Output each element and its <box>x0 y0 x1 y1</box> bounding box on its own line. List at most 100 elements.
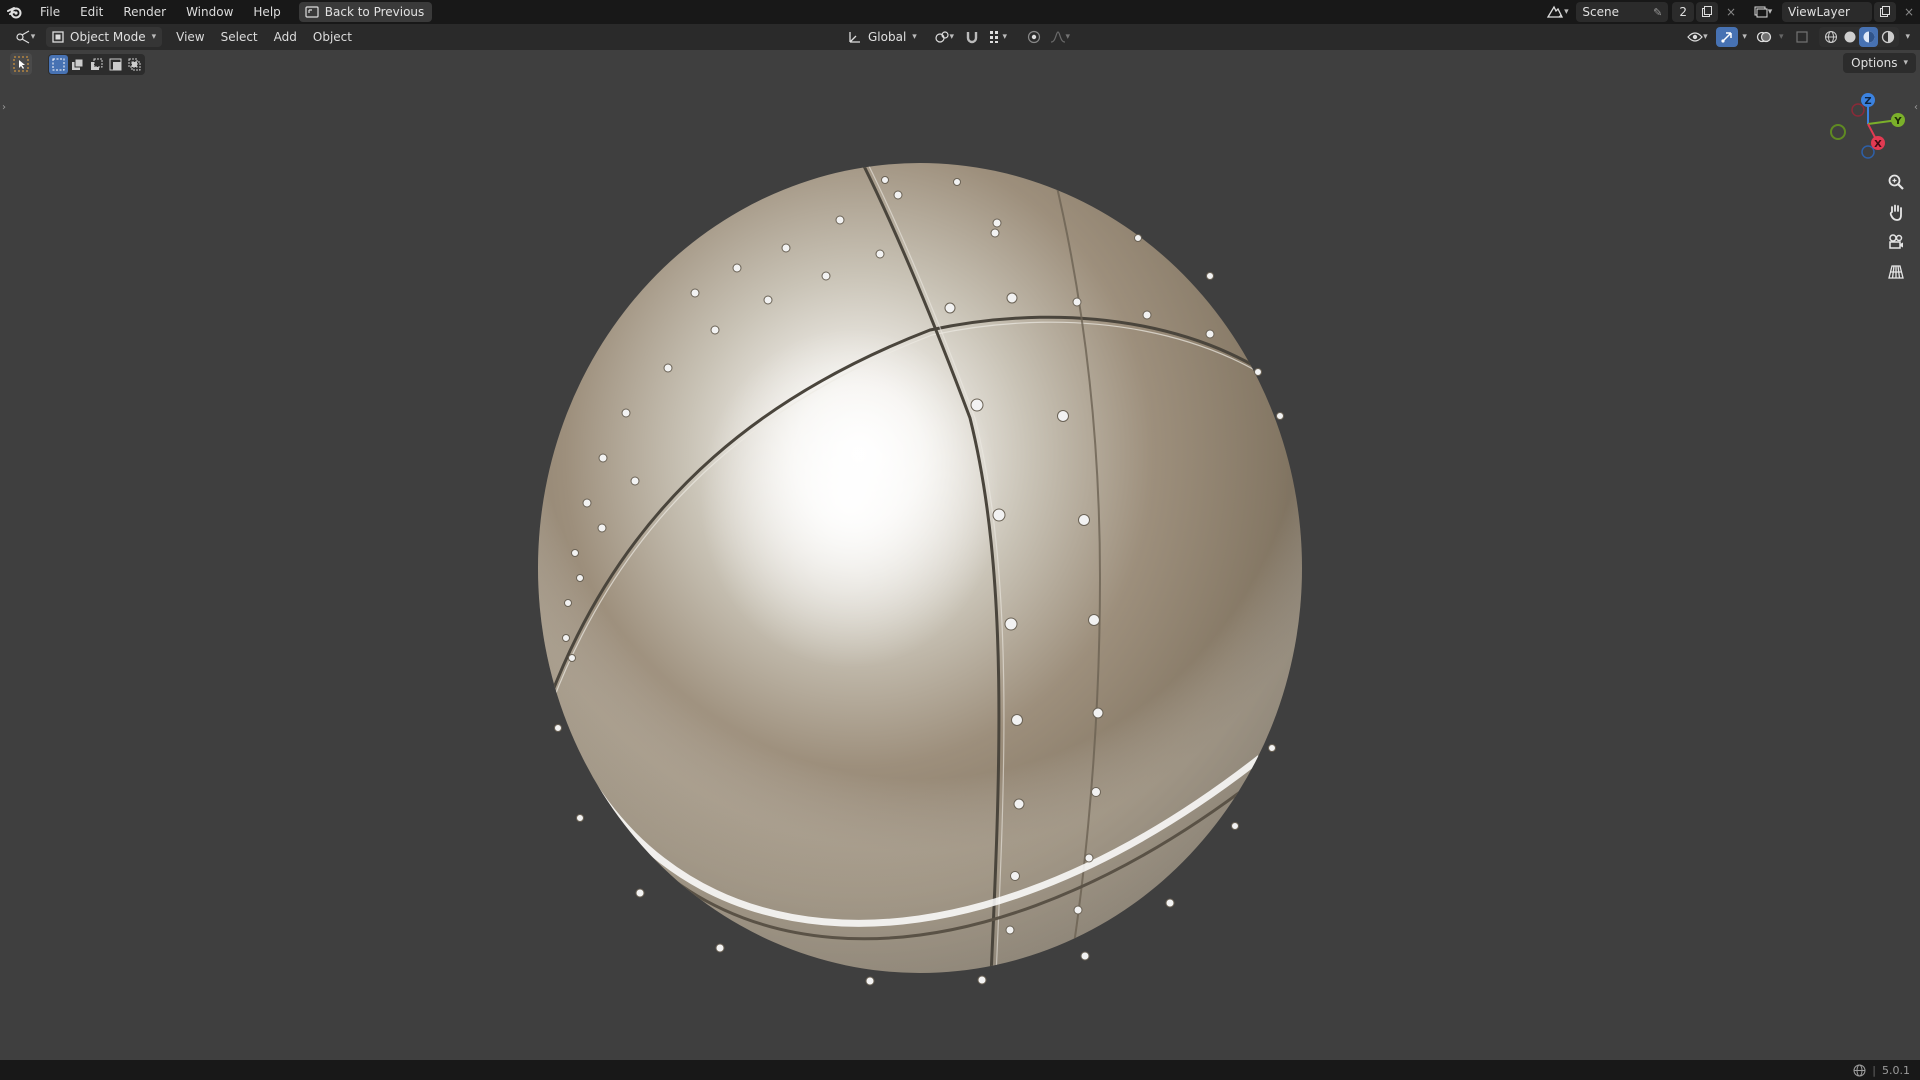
delete-scene-icon[interactable]: × <box>1720 2 1742 22</box>
select-tool-button[interactable] <box>10 53 32 75</box>
view-layer-name: ViewLayer <box>1788 5 1850 19</box>
mode-label: Object Mode <box>70 30 146 44</box>
rivet <box>781 243 791 253</box>
editor-type-icon[interactable]: ▾ <box>8 27 42 47</box>
rivet <box>621 408 631 418</box>
sidebar-expand-arrow-icon[interactable]: ‹ <box>1914 102 1918 113</box>
select-intersect-icon[interactable] <box>125 55 144 74</box>
pivot-point-icon[interactable]: ▾ <box>929 27 959 47</box>
zoom-icon <box>1888 174 1904 190</box>
menu-file[interactable]: File <box>30 0 70 24</box>
new-view-layer-icon[interactable] <box>1874 2 1896 22</box>
pin-icon[interactable]: ✎ <box>1653 6 1662 19</box>
overlays-toggle-icon[interactable] <box>1753 27 1775 47</box>
material-preview-shading-icon[interactable] <box>1859 27 1879 47</box>
scene-users-label: 2 <box>1679 5 1687 19</box>
rivet <box>1084 853 1094 863</box>
transform-orientation-dropdown[interactable]: Global ▾ <box>842 27 923 47</box>
camera-icon <box>1889 234 1903 249</box>
rivet <box>564 599 572 607</box>
solid-shading-icon[interactable] <box>1840 27 1859 47</box>
navigation-gizmo[interactable]: Z Y X <box>1820 88 1910 168</box>
gizmo-neg-x[interactable] <box>1851 103 1865 117</box>
menu-render[interactable]: Render <box>113 0 176 24</box>
proportional-editing-icon[interactable] <box>1023 27 1045 47</box>
rivet <box>990 228 1000 238</box>
riveted-metal-sphere[interactable] <box>520 158 1320 1008</box>
gizmo-neg-z[interactable] <box>1861 145 1875 159</box>
rivet <box>562 634 570 642</box>
view-layer-selector-icon[interactable]: ▾ <box>1748 2 1778 22</box>
rivet <box>1205 329 1215 339</box>
rivet <box>1254 368 1262 376</box>
fullscreen-exit-icon <box>305 6 319 18</box>
rivet <box>635 888 645 898</box>
select-subtract-icon[interactable] <box>87 55 106 74</box>
rivet <box>1080 951 1090 961</box>
rivet <box>1088 614 1100 626</box>
rivet <box>1268 744 1276 752</box>
rivet <box>576 574 584 582</box>
options-dropdown[interactable]: Options ▾ <box>1843 53 1916 73</box>
rivet <box>571 549 579 557</box>
status-bar: | 5.0.1 <box>0 1060 1920 1080</box>
rivet <box>1231 822 1239 830</box>
gizmo-dropdown-icon[interactable]: ▾ <box>1742 32 1747 42</box>
pan-button[interactable] <box>1883 199 1909 225</box>
back-to-previous-button[interactable]: Back to Previous <box>298 2 433 22</box>
gizmo-toggle-icon[interactable] <box>1716 27 1739 47</box>
rivet <box>568 654 576 662</box>
rivet <box>690 288 700 298</box>
new-scene-icon[interactable] <box>1696 2 1718 22</box>
rivet <box>763 295 773 305</box>
scene-selector-icon[interactable]: ▾ <box>1542 2 1572 22</box>
rivet <box>1091 787 1101 797</box>
menu-object[interactable]: Object <box>305 24 360 50</box>
perspective-toggle-button[interactable] <box>1883 259 1909 285</box>
select-invert-icon[interactable] <box>106 55 125 74</box>
menu-select[interactable]: Select <box>213 24 266 50</box>
cursor-select-icon <box>13 56 29 72</box>
rivet <box>663 363 673 373</box>
mode-dropdown[interactable]: Object Mode ▾ <box>46 27 163 47</box>
chevron-down-icon: ▾ <box>151 32 157 42</box>
gizmo-neg-y[interactable] <box>1830 124 1846 140</box>
grid-perspective-icon <box>1888 265 1904 279</box>
falloff-curve-icon[interactable]: ▾ <box>1045 27 1075 47</box>
xray-toggle-icon[interactable] <box>1791 27 1813 47</box>
rivet <box>821 271 831 281</box>
rivet <box>1073 905 1083 915</box>
select-extend-icon[interactable] <box>68 55 87 74</box>
rivet <box>1057 410 1069 422</box>
visibility-icon[interactable]: ▾ <box>1682 27 1712 47</box>
rivet <box>992 508 1006 522</box>
rivet <box>1142 310 1152 320</box>
camera-view-button[interactable] <box>1883 229 1909 255</box>
delete-view-layer-icon[interactable]: × <box>1898 2 1920 22</box>
rivet <box>977 975 987 985</box>
overlays-dropdown-icon[interactable]: ▾ <box>1779 32 1784 42</box>
wireframe-shading-icon[interactable] <box>1821 27 1840 47</box>
rivet <box>715 943 725 953</box>
shading-dropdown-icon[interactable]: ▾ <box>1905 32 1910 42</box>
globe-icon[interactable] <box>1853 1064 1866 1077</box>
rivet <box>630 476 640 486</box>
scene-users-count[interactable]: 2 <box>1672 2 1694 22</box>
menu-view[interactable]: View <box>168 24 212 50</box>
toolbar-expand-arrow-icon[interactable]: › <box>2 102 6 113</box>
snap-toggle-icon[interactable] <box>961 27 983 47</box>
menu-window[interactable]: Window <box>176 0 243 24</box>
menu-edit[interactable]: Edit <box>70 0 113 24</box>
menu-help[interactable]: Help <box>243 0 290 24</box>
menu-add[interactable]: Add <box>266 24 305 50</box>
blender-logo-icon[interactable] <box>0 0 30 24</box>
view-layer-field[interactable]: ViewLayer <box>1782 2 1872 22</box>
rivet <box>582 498 592 508</box>
zoom-button[interactable] <box>1883 169 1909 195</box>
rivet <box>1013 798 1025 810</box>
select-new-icon[interactable] <box>49 54 68 74</box>
rendered-shading-icon[interactable] <box>1878 27 1897 47</box>
snap-target-icon[interactable]: ▾ <box>983 27 1013 47</box>
scene-name-field[interactable]: Scene ✎ <box>1576 2 1669 22</box>
rivet <box>1011 714 1023 726</box>
